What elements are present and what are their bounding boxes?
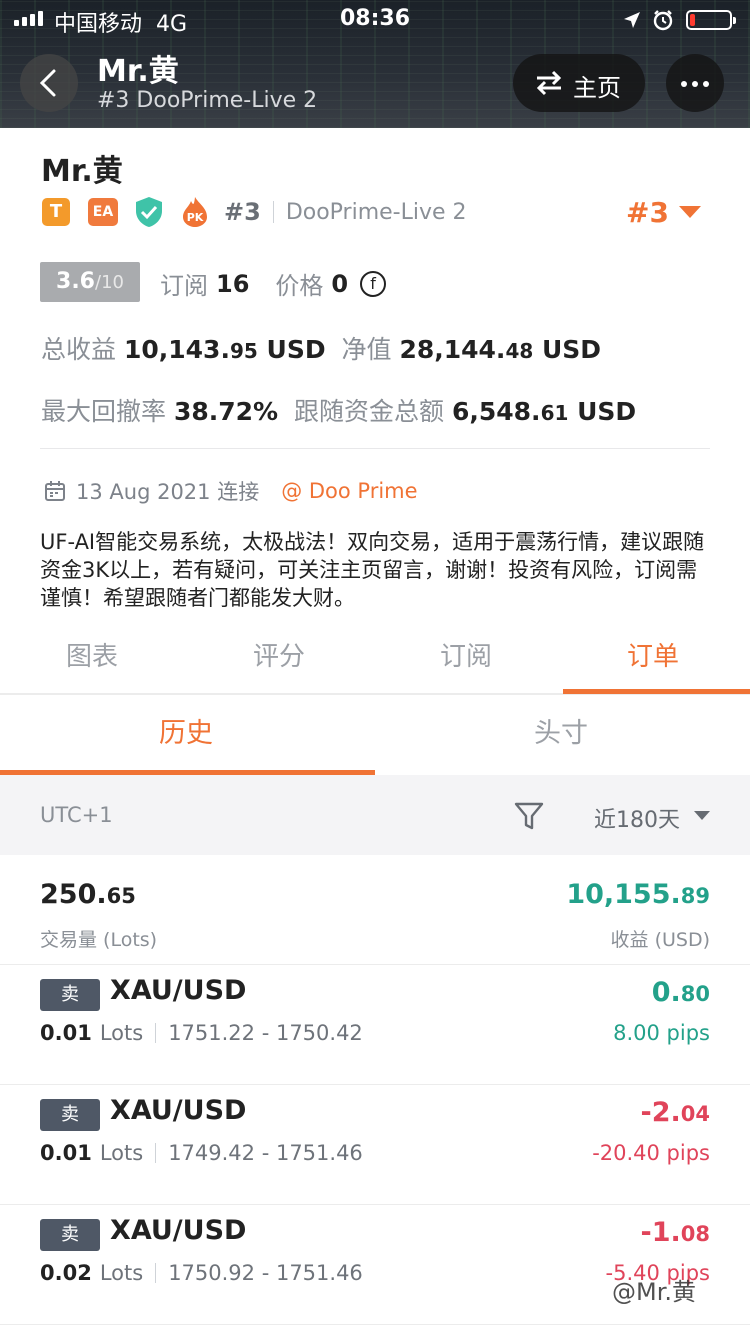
chevron-left-icon bbox=[39, 69, 56, 97]
order-lots: 0.01 Lots 1749.42 - 1751.46 bbox=[40, 1141, 363, 1165]
divider bbox=[272, 201, 274, 223]
rank-label: #3 bbox=[224, 198, 261, 226]
calendar-icon bbox=[45, 481, 65, 501]
order-row[interactable]: 卖 XAU/USD 0.01 Lots 1751.22 - 1750.42 0.80… bbox=[0, 965, 750, 1085]
tab-orders[interactable]: 订单 bbox=[627, 636, 679, 673]
watermark: @Mr.黄 bbox=[612, 1278, 696, 1306]
coin-icon: f bbox=[360, 270, 387, 297]
total-profit-label: 收益 (USD) bbox=[610, 929, 710, 951]
home-button[interactable]: 主页 bbox=[513, 54, 645, 112]
back-button[interactable] bbox=[20, 54, 78, 112]
period-selector[interactable]: 近180天 bbox=[594, 802, 680, 834]
header-title: Mr.黄 bbox=[97, 54, 179, 89]
tab-chart[interactable]: 图表 bbox=[66, 636, 118, 673]
order-pips: -20.40 pips bbox=[592, 1141, 710, 1165]
filter-bar: UTC+1 近180天 bbox=[0, 775, 750, 855]
tab-subscription[interactable]: 订阅 bbox=[440, 636, 492, 673]
subtab-positions[interactable]: 头寸 bbox=[534, 711, 588, 750]
side-badge: 卖 bbox=[40, 979, 100, 1011]
badge-row: T EA PK #3 DooPrime-Live 2 bbox=[42, 196, 467, 228]
order-profit: -1.08 bbox=[640, 1217, 710, 1248]
timezone-label: UTC+1 bbox=[40, 803, 113, 827]
filter-icon[interactable] bbox=[514, 801, 544, 831]
profit-equity-row: 总收益 10,143.95 USD 净值 28,144.48 USD bbox=[41, 335, 602, 364]
history-summary: 250.65 交易量 (Lots) 10,155.89 收益 (USD) bbox=[0, 855, 750, 965]
header-subtitle: #3 DooPrime-Live 2 bbox=[97, 88, 318, 113]
swap-icon bbox=[536, 70, 562, 96]
order-profit: 0.80 bbox=[651, 977, 710, 1008]
side-badge: 卖 bbox=[40, 1219, 100, 1251]
drawdown-follow-row: 最大回撤率 38.72% 跟随资金总额 6,548.61 USD bbox=[41, 397, 637, 426]
rank-selector[interactable]: #3 bbox=[626, 196, 669, 229]
ea-badge-icon: EA bbox=[88, 198, 118, 226]
total-lots-label: 交易量 (Lots) bbox=[40, 929, 158, 951]
tab-rating[interactable]: 评分 bbox=[253, 636, 305, 673]
order-row[interactable]: 卖 XAU/USD 0.01 Lots 1749.42 - 1751.46 -2.0… bbox=[0, 1085, 750, 1205]
caret-down-icon[interactable] bbox=[694, 811, 710, 820]
battery-icon bbox=[686, 10, 736, 30]
subtab-history[interactable]: 历史 bbox=[159, 711, 213, 750]
order-symbol: XAU/USD bbox=[110, 1215, 247, 1246]
subs-value: 16 bbox=[216, 269, 250, 298]
provider-name: Mr.黄 bbox=[41, 154, 123, 189]
location-icon bbox=[624, 12, 640, 28]
price-label: 价格 bbox=[275, 272, 324, 300]
order-profit: -2.04 bbox=[640, 1097, 710, 1128]
strategy-description: UF-AI智能交易系统，太极战法！双向交易，适用于震荡行情，建议跟随资金3K以上… bbox=[40, 530, 705, 610]
side-badge: 卖 bbox=[40, 1099, 100, 1131]
caret-down-icon[interactable] bbox=[679, 206, 701, 218]
home-button-label: 主页 bbox=[573, 74, 621, 102]
price-value: 0 bbox=[331, 269, 349, 298]
connected-date: 13 Aug 2021 连接 bbox=[76, 480, 260, 504]
more-button[interactable] bbox=[666, 54, 724, 112]
active-tab-indicator bbox=[563, 689, 750, 694]
order-pips: 8.00 pips bbox=[613, 1021, 710, 1045]
subscription-line: 订阅 16 价格 0 f bbox=[160, 266, 387, 301]
total-lots: 250.65 bbox=[40, 879, 136, 910]
t-badge-icon: T bbox=[42, 198, 70, 226]
pk-flame-icon: PK bbox=[183, 197, 207, 227]
broker-link[interactable]: @ Doo Prime bbox=[281, 479, 417, 503]
pk-text: PK bbox=[187, 211, 204, 224]
shield-check-icon bbox=[136, 197, 162, 227]
connect-date-row: 13 Aug 2021 连接 @ Doo Prime bbox=[44, 476, 418, 506]
order-lots: 0.01 Lots 1751.22 - 1750.42 bbox=[40, 1021, 363, 1045]
subs-label: 订阅 bbox=[160, 272, 208, 300]
profile-header: 中国移动 4G 08:36 Mr.黄 #3 DooPrime-Live 2 主页 bbox=[0, 0, 750, 128]
status-bar: 中国移动 4G 08:36 bbox=[0, 0, 750, 40]
score-badge: 3.6/10 bbox=[40, 262, 140, 302]
server-label: DooPrime-Live 2 bbox=[285, 199, 467, 225]
order-symbol: XAU/USD bbox=[110, 1095, 247, 1126]
order-lots: 0.02 Lots 1750.92 - 1751.46 bbox=[40, 1261, 363, 1285]
order-subtabs: 历史 头寸 bbox=[0, 695, 750, 775]
divider bbox=[40, 448, 710, 449]
main-tabs: 图表 评分 订阅 订单 bbox=[0, 620, 750, 695]
order-row[interactable]: 卖 XAU/USD 0.02 Lots 1750.92 - 1751.46 -1.0… bbox=[0, 1205, 750, 1325]
alarm-icon bbox=[653, 10, 673, 31]
order-symbol: XAU/USD bbox=[110, 975, 247, 1006]
total-profit: 10,155.89 bbox=[566, 879, 710, 910]
